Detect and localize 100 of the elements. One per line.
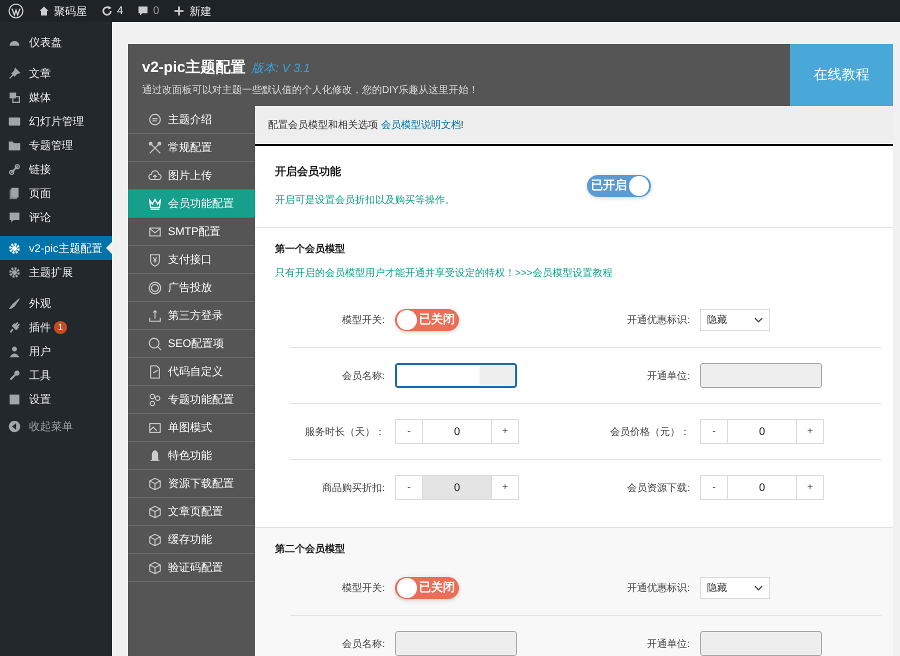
sidebar-item[interactable]: 专题管理 [0, 133, 112, 157]
brush-icon [8, 296, 21, 310]
sidebar-item[interactable]: 仪表盘 [0, 30, 112, 54]
new-link[interactable]: 新建 [173, 4, 212, 18]
sidebar-item[interactable]: 工具 [0, 363, 112, 387]
upload-icon [148, 308, 162, 322]
settings-tab[interactable]: 支付接口 [128, 246, 255, 274]
link-icon [8, 162, 21, 176]
field-label: 开通单位: [646, 638, 690, 650]
refresh-icon [101, 5, 113, 17]
tools-icon [148, 140, 162, 154]
version-label: 版本: V 3.1 [251, 60, 310, 77]
plus-icon [173, 5, 186, 17]
envelope-icon [148, 224, 162, 238]
field-label: 服务时长（天）： [304, 426, 385, 438]
settings-tab[interactable]: 广告投放 [128, 274, 255, 302]
settings-tab[interactable]: 代码自定义 [128, 358, 255, 386]
text-field[interactable] [700, 363, 822, 388]
crown-icon [148, 196, 162, 210]
shield-icon [148, 252, 162, 266]
gear-icon [8, 266, 21, 278]
number-field[interactable]: 0 [727, 420, 797, 443]
sidebar-item[interactable]: 文章 [0, 61, 112, 85]
section-title: 第二个会员模型 [275, 542, 346, 556]
plug-icon [8, 320, 21, 334]
comment-icon [137, 5, 150, 17]
field-label: 开通优惠标识: [626, 582, 690, 594]
sidebar-item[interactable]: 链接 [0, 157, 112, 181]
circle-icon [148, 280, 162, 294]
slides-icon [8, 114, 21, 128]
cloud-icon [148, 168, 162, 182]
nodes-icon [148, 392, 162, 406]
panel-subtitle: 通过改面板可以对主题一些默认值的个人化修改，您的DIY乐趣从这里开始！ [142, 84, 480, 97]
pin-icon [8, 66, 21, 80]
text-field[interactable] [700, 631, 822, 656]
settings-tab[interactable]: 特色功能 [128, 442, 255, 470]
chevron-down-icon [754, 316, 763, 322]
field-label: 会员资源下载: [626, 482, 690, 494]
field-label: 开通优惠标识: [626, 314, 690, 326]
page-icon [8, 186, 21, 200]
person-icon [8, 344, 21, 358]
sidebar-item[interactable]: 外观 [0, 291, 112, 315]
cube-icon [148, 504, 162, 518]
cube-icon [148, 532, 162, 546]
sidebar-item[interactable]: 设置 [0, 387, 112, 411]
text-field[interactable] [395, 363, 517, 388]
field-label: 会员名称: [341, 638, 385, 650]
updates-link[interactable]: 4 [101, 5, 124, 17]
settings-tab[interactable]: 第三方登录 [128, 302, 255, 330]
grid-icon [8, 392, 21, 406]
sidebar-item[interactable]: 评论 [0, 205, 112, 229]
wordpress-logo-icon[interactable] [8, 3, 24, 19]
gear-icon [8, 242, 21, 254]
field-label: 会员价格（元）： [609, 426, 690, 438]
settings-tab[interactable]: SMTP配置 [128, 218, 255, 246]
docs-link[interactable]: 会员模型说明文档 [380, 120, 461, 131]
section-title: 开启会员功能 [275, 164, 342, 179]
sidebar-item[interactable]: 幻灯片管理 [0, 109, 112, 133]
text-field[interactable] [395, 631, 517, 656]
selection-pointer [106, 242, 112, 254]
cube-icon [148, 560, 162, 574]
document-icon [148, 364, 162, 378]
cube-icon [148, 476, 162, 490]
chevron-down-icon [754, 584, 763, 590]
magnifier-icon [148, 336, 162, 350]
site-link[interactable]: 聚码屋 [38, 4, 87, 18]
notice-text: 配置会员模型和相关选项 会员模型说明文档! [268, 118, 464, 132]
collapse-menu-button[interactable]: 收起菜单 [0, 414, 112, 438]
settings-tab[interactable]: 资源下载配置 [128, 470, 255, 498]
settings-tab[interactable]: 专题功能配置 [128, 386, 255, 414]
settings-tab[interactable]: 单图模式 [128, 414, 255, 442]
sidebar-item[interactable]: v2-pic主题配置 [0, 236, 112, 260]
settings-tab[interactable]: 常规配置 [128, 134, 255, 162]
section-title: 第一个会员模型 [275, 242, 346, 256]
sidebar-item[interactable]: 用户 [0, 339, 112, 363]
sidebar-item[interactable]: 插件 1 [0, 315, 112, 339]
field-label: 商品购买折扣: [321, 482, 385, 494]
field-label: 开通单位: [646, 370, 690, 382]
dropdown[interactable]: 隐藏 [700, 308, 770, 330]
panel-title: v2-pic主题配置 [142, 58, 246, 77]
field-label: 会员名称: [341, 370, 385, 382]
number-field[interactable]: 0 [727, 476, 797, 499]
field-label: 模型开关: [341, 582, 385, 594]
image-icon [148, 420, 162, 434]
sidebar-item[interactable]: 媒体 [0, 85, 112, 109]
media-icon [8, 90, 21, 104]
sidebar-item[interactable]: 主题扩展 [0, 260, 112, 284]
field-label: 模型开关: [341, 314, 385, 326]
dropdown[interactable]: 隐藏 [700, 576, 770, 598]
update-count-badge: 1 [54, 320, 67, 334]
folder-icon [8, 138, 21, 152]
number-field[interactable]: 0 [422, 420, 492, 443]
section-description: 开启可是设置会员折扣以及购买等操作。 [275, 194, 456, 207]
comments-link[interactable]: 0 [137, 5, 160, 17]
home-icon [38, 5, 50, 17]
speech-bubble-icon [148, 112, 162, 126]
section-notice: 只有开启的会员模型用户才能开通并享受设定的特权！>>>会员模型设置教程 [275, 266, 614, 280]
settings-tab[interactable]: SEO配置项 [128, 330, 255, 358]
settings-tab[interactable]: 文章页配置 [128, 498, 255, 526]
sidebar-item[interactable]: 页面 [0, 181, 112, 205]
